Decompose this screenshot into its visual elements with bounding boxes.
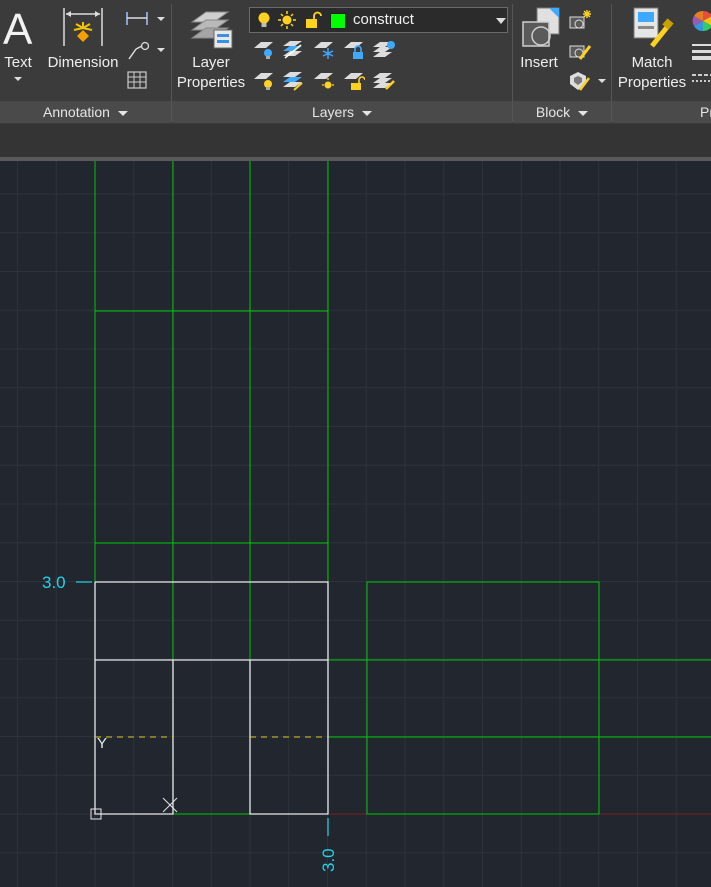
layers-panel-expand-icon <box>362 110 373 116</box>
match-properties-icon[interactable] <box>632 6 674 50</box>
layers-panel-title[interactable]: Layers <box>172 101 512 123</box>
layers-panel-title-text: Layers <box>311 104 355 120</box>
layer-on-bulb-icon <box>258 12 270 27</box>
block-attribute-icon[interactable] <box>568 70 592 92</box>
layer-isolate-icon[interactable] <box>282 40 304 60</box>
lineweight-icon[interactable] <box>692 42 711 60</box>
text-icon[interactable]: A <box>2 4 36 54</box>
table-icon[interactable] <box>127 71 147 89</box>
leader-icon[interactable] <box>126 41 150 61</box>
block-panel: Insert Block <box>513 0 611 124</box>
layer-on-all-icon[interactable] <box>253 71 275 91</box>
layer-dropdown-arrow <box>496 18 506 24</box>
dimension-text-left[interactable]: 3.0 <box>42 573 66 592</box>
linear-dimension-icon[interactable] <box>125 9 149 27</box>
ribbon: A Text Dimension Annotation Layer Proper… <box>0 0 711 125</box>
layer-freeze-icon[interactable] <box>313 40 335 60</box>
dimension-text-bottom[interactable]: 3.0 <box>319 848 338 872</box>
block-panel-expand-icon <box>578 110 589 116</box>
linetype-icon[interactable] <box>692 72 711 88</box>
text-dropdown-arrow[interactable] <box>14 77 22 81</box>
insert-button-label[interactable]: Insert <box>513 53 565 73</box>
color-wheel-icon[interactable] <box>692 10 711 32</box>
layer-properties-icon[interactable] <box>190 6 234 50</box>
layer-unisolate-icon[interactable] <box>282 71 304 91</box>
layer-dropdown[interactable]: construct <box>249 7 508 33</box>
create-block-icon[interactable] <box>568 9 592 31</box>
layer-thaw-all-icon[interactable] <box>313 71 335 91</box>
block-panel-title-text: Block <box>535 104 571 120</box>
annotation-panel-title-text: Annotation <box>43 104 110 120</box>
layer-lock-icon[interactable] <box>343 40 365 60</box>
current-layer-name: construct <box>353 11 414 28</box>
dimension-icon[interactable] <box>62 6 104 48</box>
layer-unlock-all-icon[interactable] <box>343 71 365 91</box>
properties-panel-title[interactable]: Pr <box>612 101 711 123</box>
properties-panel: Match Properties Pr <box>612 0 711 124</box>
annotation-panel-title[interactable]: Annotation <box>0 101 171 123</box>
annotation-panel: A Text Dimension Annotation <box>0 0 171 124</box>
insert-block-icon[interactable] <box>519 6 565 50</box>
drawing-canvas[interactable]: Y 3.0 3.0 <box>0 161 711 887</box>
match-properties-label-line1[interactable]: Match <box>612 53 692 73</box>
layer-match-icon[interactable] <box>372 71 396 91</box>
layer-off-icon[interactable] <box>253 40 275 60</box>
svg-text:A: A <box>3 5 33 50</box>
annotation-panel-expand-icon <box>117 110 128 116</box>
layer-properties-label-line2[interactable]: Properties <box>172 73 250 93</box>
linear-dimension-dropdown-arrow[interactable] <box>157 17 165 21</box>
layer-unlock-icon <box>306 11 322 28</box>
edit-block-icon[interactable] <box>568 40 592 62</box>
layer-properties-label-line1[interactable]: Layer <box>172 53 250 73</box>
match-properties-label-line2[interactable]: Properties <box>612 73 692 93</box>
leader-dropdown-arrow[interactable] <box>157 48 165 52</box>
layer-color-swatch <box>330 13 346 29</box>
block-attribute-dropdown-arrow[interactable] <box>598 79 606 83</box>
ucs-y-label: Y <box>97 735 107 752</box>
canvas-background <box>0 161 711 887</box>
dimension-button-label[interactable]: Dimension <box>46 53 120 73</box>
block-panel-title[interactable]: Block <box>513 101 611 123</box>
layer-make-current-icon[interactable] <box>372 40 396 60</box>
file-tab-bar <box>0 124 711 157</box>
text-button-label[interactable]: Text <box>2 53 34 73</box>
properties-panel-title-text: Pr <box>700 104 711 120</box>
layer-thaw-sun-icon <box>278 11 296 29</box>
